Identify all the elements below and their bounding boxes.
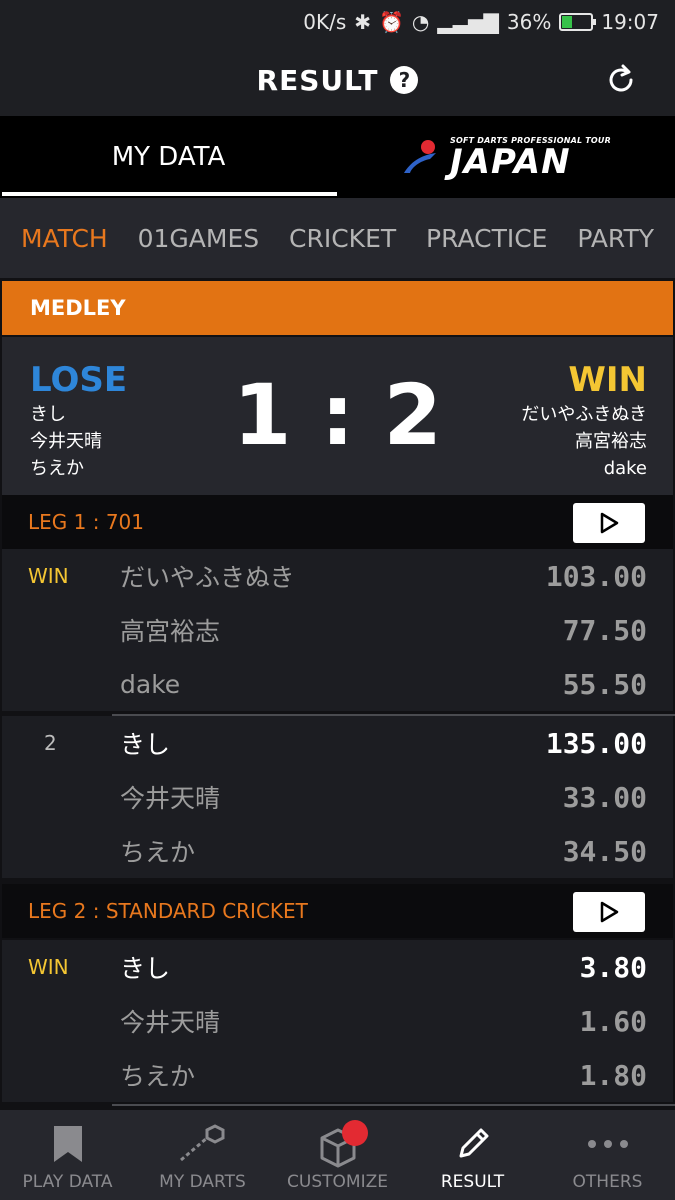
tab-practice[interactable]: PRACTICE <box>426 224 547 253</box>
team-right-player: dake <box>603 458 647 479</box>
wifi-icon: ◔ <box>411 10 430 34</box>
team-rank: WIN <box>28 564 69 588</box>
team-rank: 2 <box>44 731 57 755</box>
tab-01games[interactable]: 01GAMES <box>138 224 260 253</box>
player-row: dake 55.50 <box>2 657 673 711</box>
signal-icon: ▂▃▅▇ <box>437 10 499 34</box>
more-icon <box>587 1140 628 1148</box>
top-tabs: MY DATA SOFT DARTS PROFESSIONAL TOUR JAP… <box>0 116 675 198</box>
play-button[interactable] <box>573 892 645 932</box>
status-bar: 0K/s ✱ ⏰ ◔ ▂▃▅▇ 36% 19:07 <box>0 0 675 44</box>
nav-my-darts[interactable]: MY DARTS <box>135 1110 270 1200</box>
nav-label: OTHERS <box>572 1172 643 1192</box>
pencil-icon <box>459 1128 488 1158</box>
notification-badge <box>342 1120 368 1146</box>
nav-label: PLAY DATA <box>22 1172 113 1192</box>
tab-match[interactable]: MATCH <box>21 224 108 253</box>
player-score: 33.00 <box>562 780 647 814</box>
player-name: ちえか <box>120 838 196 867</box>
player-name: 今井天晴 <box>120 1008 221 1037</box>
player-name: ちえか <box>120 1062 196 1091</box>
leg-team-block: WIN きし 3.80 今井天晴 1.60 ちえか 1.80 <box>2 940 673 1102</box>
score-panel: LOSE きし 今井天晴 ちえか 1 : 2 WIN だいやふきぬき 高宮裕志 … <box>2 337 673 495</box>
team-right-player: だいやふきぬき <box>521 404 647 425</box>
team-rank: WIN <box>28 955 69 979</box>
player-name: 高宮裕志 <box>120 617 221 646</box>
refresh-icon[interactable] <box>603 62 639 98</box>
player-score: 1.60 <box>579 1004 647 1038</box>
japan-logo-icon <box>404 140 437 173</box>
player-score: 3.80 <box>579 950 647 984</box>
tab-party[interactable]: PARTY <box>577 224 654 253</box>
nav-label: RESULT <box>440 1172 505 1192</box>
logo-title: JAPAN <box>450 141 571 182</box>
leg-header: LEG 2 : STANDARD CRICKET <box>2 884 673 938</box>
tab-japan[interactable]: SOFT DARTS PROFESSIONAL TOUR JAPAN <box>337 116 674 198</box>
team-right: WIN だいやふきぬき 高宮裕志 dake <box>521 359 647 482</box>
dart-icon <box>179 1124 224 1162</box>
match-type-bar: MEDLEY <box>2 281 673 335</box>
player-score: 55.50 <box>562 667 647 701</box>
team-right-player: 高宮裕志 <box>575 431 647 452</box>
tab-cricket[interactable]: CRICKET <box>289 224 396 253</box>
leg-team-block: WIN だいやふきぬき 103.00 高宮裕志 77.50 dake 55.50 <box>2 549 673 711</box>
team-right-result: WIN <box>568 360 647 400</box>
battery-icon <box>559 13 597 31</box>
player-name: 今井天晴 <box>120 784 221 813</box>
nav-play-data[interactable]: PLAY DATA <box>0 1110 135 1200</box>
bluetooth-icon: ✱ <box>354 10 372 34</box>
bottom-nav: PLAY DATA MY DARTS CUSTOMIZE RESULT OTHE… <box>0 1110 675 1200</box>
player-score: 77.50 <box>562 613 647 647</box>
play-icon <box>600 901 619 923</box>
page-title: RESULT <box>256 63 379 97</box>
bookmark-icon <box>53 1126 82 1162</box>
nav-label: MY DARTS <box>159 1172 246 1192</box>
player-row: ちえか 34.50 <box>2 824 673 878</box>
player-row: 2 きし 135.00 <box>2 716 673 770</box>
app-header: RESULT ? <box>0 44 675 116</box>
clock: 19:07 <box>601 10 659 34</box>
nav-others[interactable]: OTHERS <box>540 1110 675 1200</box>
player-score: 135.00 <box>545 726 647 760</box>
player-row: 今井天晴 1.60 <box>2 994 673 1048</box>
match-type: MEDLEY <box>30 296 126 320</box>
leg-header: LEG 1 : 701 <box>2 495 673 549</box>
player-name: きし <box>120 954 171 983</box>
player-row: ちえか 1.80 <box>2 1048 673 1102</box>
player-score: 1.80 <box>579 1058 647 1092</box>
player-row: WIN きし 3.80 <box>2 940 673 994</box>
tab-my-data[interactable]: MY DATA <box>0 116 337 198</box>
player-score: 103.00 <box>545 559 647 593</box>
play-icon <box>600 512 619 534</box>
team-divider <box>112 1104 675 1106</box>
leg-team-block: 2 きし 135.00 今井天晴 33.00 ちえか 34.50 <box>2 716 673 878</box>
tab-my-data-label: MY DATA <box>111 142 226 172</box>
play-button[interactable] <box>573 503 645 543</box>
player-row: 高宮裕志 77.50 <box>2 603 673 657</box>
leg-title: LEG 2 : STANDARD CRICKET <box>28 899 308 923</box>
player-name: だいやふきぬき <box>120 563 295 592</box>
player-row: WIN だいやふきぬき 103.00 <box>2 549 673 603</box>
nav-result[interactable]: RESULT <box>405 1110 540 1200</box>
player-name: dake <box>120 669 181 699</box>
help-icon[interactable]: ? <box>390 66 419 94</box>
japan-logo: SOFT DARTS PROFESSIONAL TOUR JAPAN <box>400 136 611 179</box>
category-tabs: MATCH 01GAMES CRICKET PRACTICE PARTY <box>0 198 675 278</box>
player-score: 34.50 <box>562 834 647 868</box>
leg-title: LEG 1 : 701 <box>28 510 144 534</box>
nav-label: CUSTOMIZE <box>287 1172 388 1192</box>
player-name: きし <box>120 730 171 759</box>
battery-percent: 36% <box>506 10 552 34</box>
nav-customize[interactable]: CUSTOMIZE <box>270 1110 405 1200</box>
player-row: 今井天晴 33.00 <box>2 770 673 824</box>
alarm-icon: ⏰ <box>379 10 404 34</box>
net-speed: 0K/s <box>303 10 347 34</box>
